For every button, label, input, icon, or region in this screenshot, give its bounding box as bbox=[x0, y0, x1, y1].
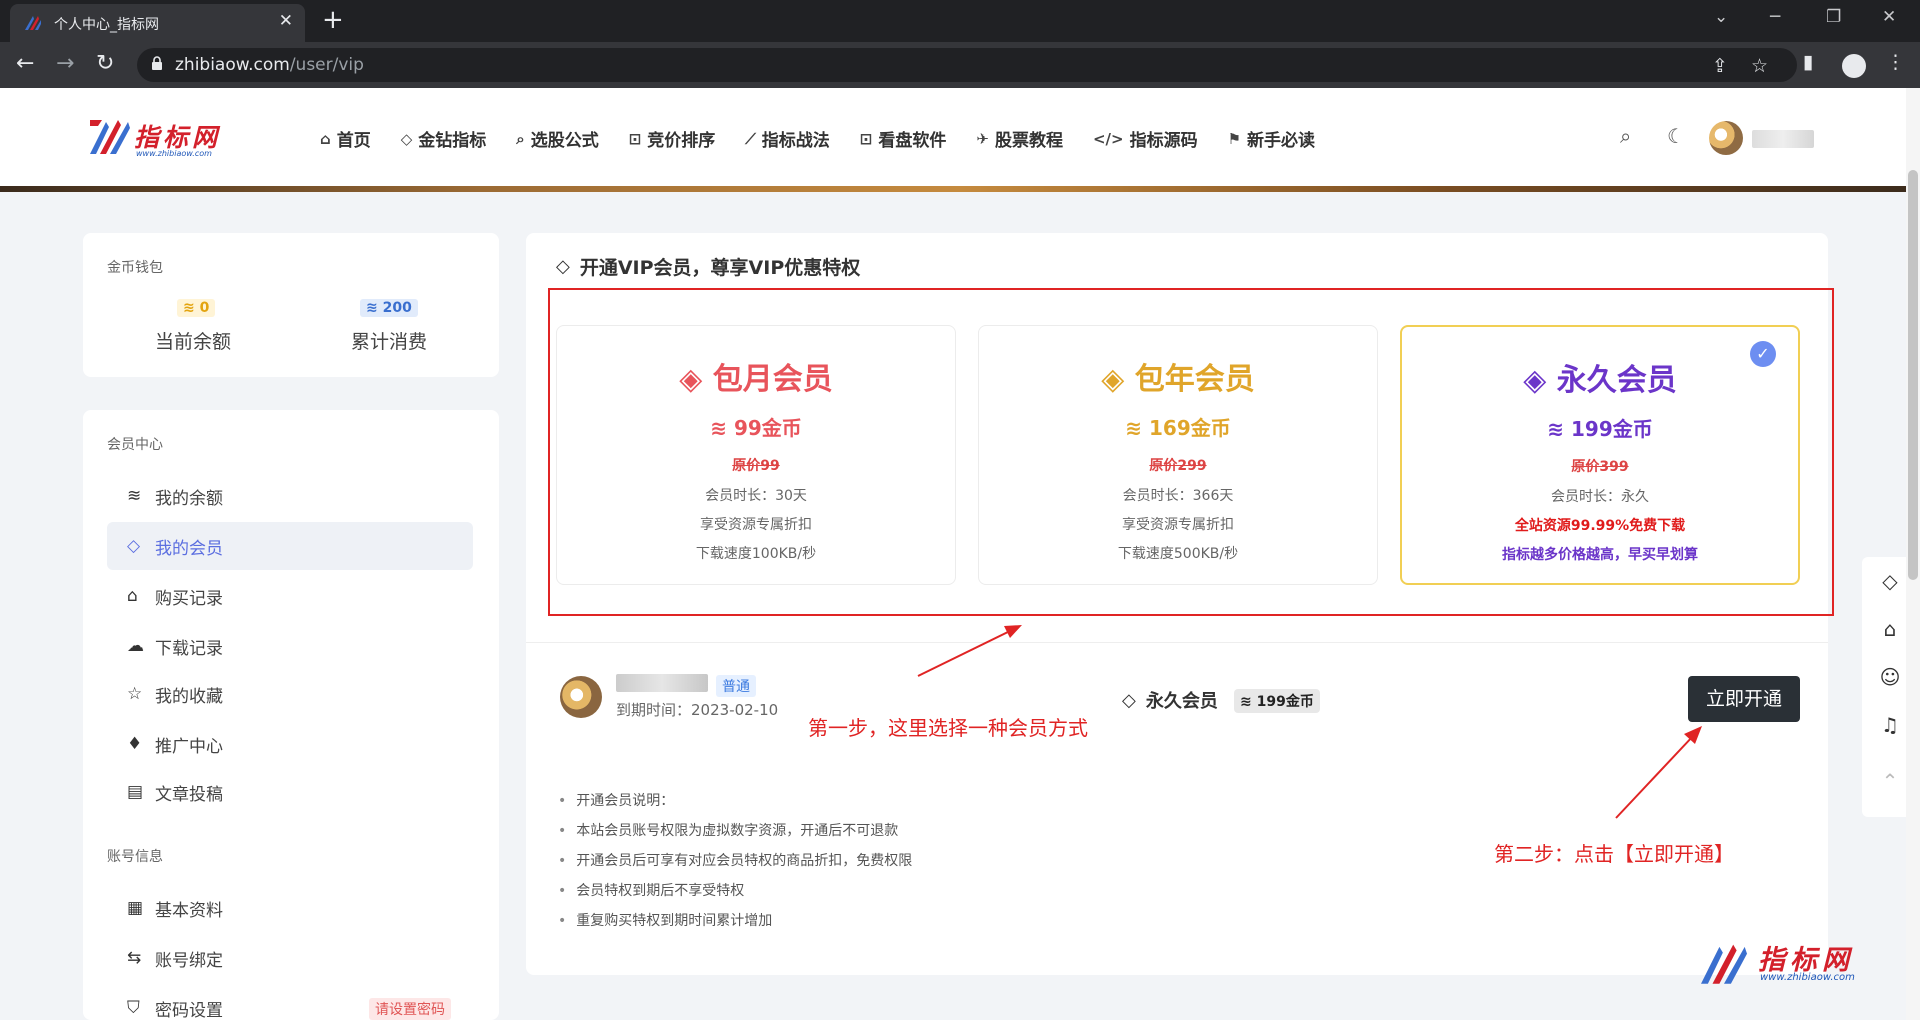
watermark-logo-icon bbox=[1701, 944, 1747, 984]
watermark-sub: www.zhibiaow.com bbox=[1760, 972, 1855, 983]
arrow-line-step2 bbox=[1615, 734, 1695, 819]
watermark-logo: 指标网 www.zhibiaow.com bbox=[1698, 938, 1878, 988]
arrow-head-step2 bbox=[1684, 726, 1702, 744]
scrollbar-thumb[interactable] bbox=[1908, 170, 1918, 580]
annotation-arrows bbox=[917, 625, 1702, 819]
arrow-line-step1 bbox=[917, 629, 1013, 677]
